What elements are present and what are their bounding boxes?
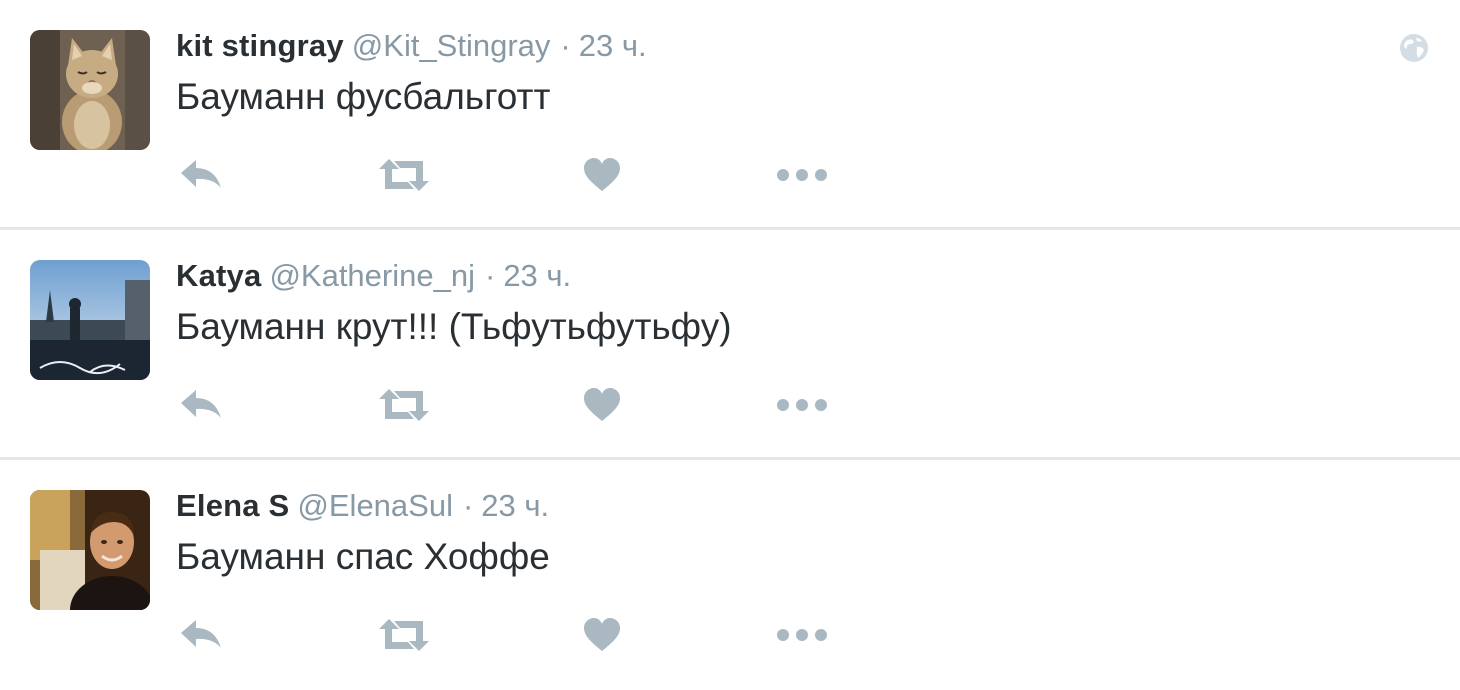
cat-avatar-icon [30,30,150,150]
tweet-header: Elena S @ElenaSul · 23 ч. [176,484,549,528]
separator: · [462,488,474,523]
retweet-icon [379,389,429,421]
timestamp[interactable]: 23 ч. [503,258,571,293]
retweet-button[interactable] [376,612,432,658]
timestamp[interactable]: 23 ч. [579,28,647,63]
username[interactable]: @ElenaSul [297,488,453,523]
separator: · [560,28,571,63]
separator: · [484,258,496,293]
more-icon [777,169,827,181]
tweet-header: Katya @Katherine_nj · 23 ч. [176,254,571,298]
reply-button[interactable] [176,382,226,428]
tweet[interactable]: kit stingray @Kit_Stingray · 23 ч. Бауманн … [0,0,1460,230]
reply-icon [181,390,221,418]
timestamp[interactable]: 23 ч. [481,488,549,523]
tweet-text: Бауманн фусбальготт [176,76,551,117]
username[interactable]: @Kit_Stingray [352,28,551,63]
like-button[interactable] [580,382,624,428]
like-button[interactable] [580,152,624,198]
retweet-button[interactable] [376,152,432,198]
retweet-icon [379,619,429,651]
avatar[interactable] [30,490,150,610]
fullname[interactable]: Katya [176,258,261,293]
avatar[interactable] [30,30,150,150]
avatar[interactable] [30,260,150,380]
more-icon [777,399,827,411]
username[interactable]: @Katherine_nj [269,258,475,293]
like-icon [584,158,620,191]
reply-button[interactable] [176,152,226,198]
more-button[interactable] [774,382,830,428]
like-icon [584,618,620,651]
more-button[interactable] [774,612,830,658]
city-avatar-icon [30,260,150,380]
fullname[interactable]: kit stingray [176,28,344,63]
like-icon [584,388,620,421]
tweet-header: kit stingray @Kit_Stingray · 23 ч. [176,24,647,68]
reply-icon [181,160,221,188]
retweet-icon [379,159,429,191]
globe-icon[interactable] [1398,32,1430,64]
like-button[interactable] [580,612,624,658]
tweet-actions [176,152,856,198]
tweet-actions [176,382,856,428]
reply-button[interactable] [176,612,226,658]
more-icon [777,629,827,641]
tweet-actions [176,612,856,658]
reply-icon [181,620,221,648]
tweet[interactable]: Katya @Katherine_nj · 23 ч. Бауманн крут!!!… [0,230,1460,460]
fullname[interactable]: Elena S [176,488,289,523]
man-avatar-icon [30,490,150,610]
tweet[interactable]: Elena S @ElenaSul · 23 ч. Бауманн спас Хофф… [0,460,1460,690]
tweet-feed: kit stingray @Kit_Stingray · 23 ч. Бауманн … [0,0,1460,684]
tweet-text: Бауманн крут!!! (Тьфутьфутьфу) [176,306,732,347]
more-button[interactable] [774,152,830,198]
tweet-text: Бауманн спас Хоффе [176,536,550,577]
retweet-button[interactable] [376,382,432,428]
